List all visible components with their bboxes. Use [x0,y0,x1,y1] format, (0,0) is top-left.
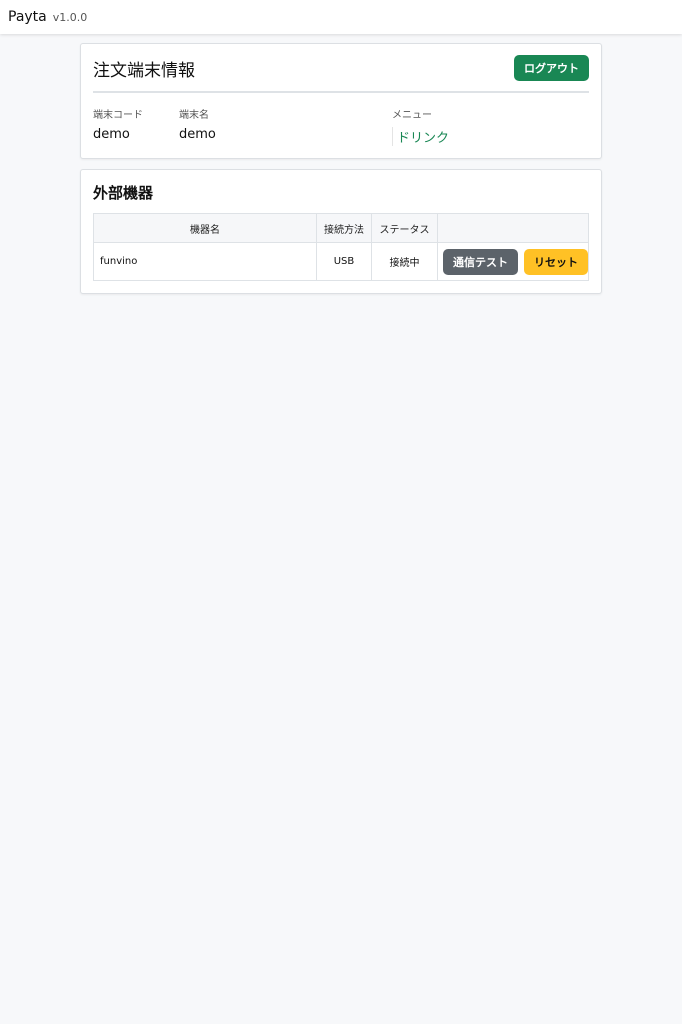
brand-name[interactable]: Payta [8,9,47,25]
terminal-name-value: demo [179,127,216,142]
external-devices-card: 外部機器 機器名 接続方法 ステータス funvino USB 接続中 通信テス… [80,169,602,294]
column-header-connection: 接続方法 [316,213,372,243]
terminal-info-header: 注文端末情報 ログアウト [93,55,589,93]
app-version: v1.0.0 [52,10,88,24]
logout-button[interactable]: ログアウト [514,55,589,81]
column-header-actions [437,213,589,243]
terminal-menu-field: メニュー ドリンク [392,106,449,146]
terminal-code-label: 端末コード [93,110,143,121]
terminal-info-title: 注文端末情報 [93,60,195,81]
terminal-info-fields: 端末コード demo 端末名 demo メニュー ドリンク [93,93,589,146]
external-devices-title: 外部機器 [93,184,154,202]
reset-button[interactable]: リセット [524,248,588,275]
main-container: 注文端末情報 ログアウト 端末コード demo 端末名 demo メニュー ドリ… [80,43,602,294]
devices-table: 機器名 接続方法 ステータス funvino USB 接続中 通信テスト リセッ… [93,213,589,281]
device-actions-cell: 通信テスト リセット [437,242,589,281]
terminal-name-label: 端末名 [179,110,209,121]
device-connection-cell: USB [316,242,372,281]
terminal-menu-label: メニュー [392,110,432,121]
table-row: funvino USB 接続中 通信テスト リセット [93,242,589,281]
terminal-info-card: 注文端末情報 ログアウト 端末コード demo 端末名 demo メニュー ドリ… [80,43,602,159]
device-name-cell: funvino [93,242,317,281]
terminal-code-field: 端末コード demo [93,106,179,146]
top-navbar: Payta v1.0.0 [0,0,682,34]
terminal-code-value: demo [93,127,130,142]
column-header-status: ステータス [371,213,438,243]
device-actions: 通信テスト リセット [438,248,588,275]
terminal-menu-link[interactable]: ドリンク [392,127,449,146]
devices-table-header: 機器名 接続方法 ステータス [93,213,589,243]
device-status-cell: 接続中 [371,242,438,281]
column-header-device-name: 機器名 [93,213,317,243]
communication-test-button[interactable]: 通信テスト [443,248,518,275]
terminal-name-field: 端末名 demo [179,106,392,146]
